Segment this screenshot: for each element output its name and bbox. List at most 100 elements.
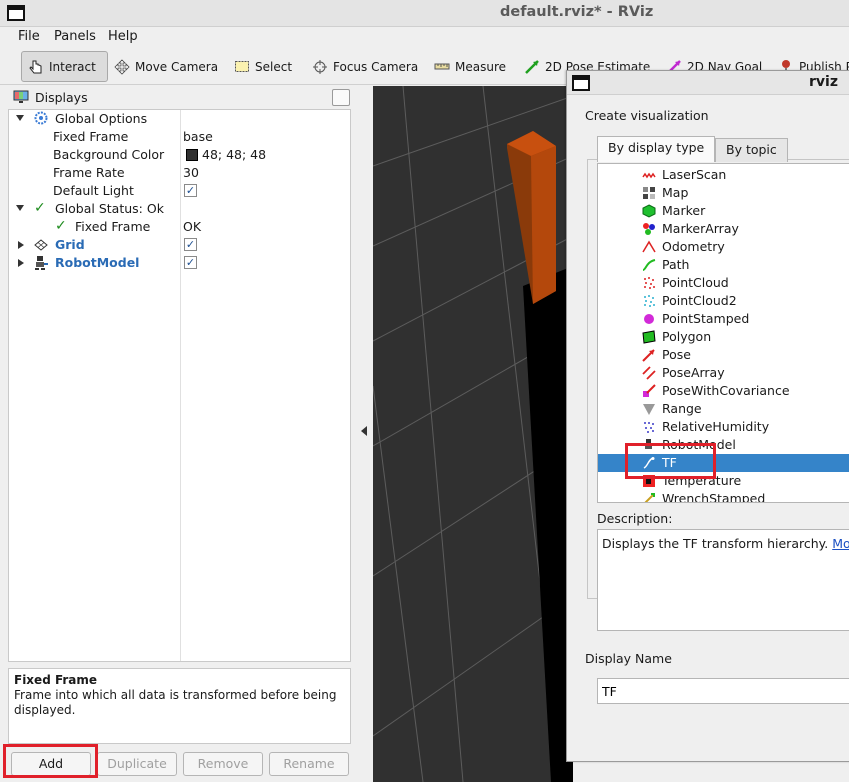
tool-move-camera[interactable]: Move Camera [108, 51, 224, 82]
pose-icon [642, 348, 656, 362]
green-arrow-icon [524, 59, 540, 75]
display-type-item-map[interactable]: Map [598, 184, 849, 202]
polygon-icon [642, 330, 656, 344]
background-color-value[interactable]: 48; 48; 48 [202, 147, 266, 162]
rename-button[interactable]: Rename [269, 752, 349, 776]
display-type-item-point-cloud2[interactable]: PointCloud2 [598, 292, 849, 310]
default-light-checkbox[interactable]: ✓ [184, 184, 197, 197]
tab-by-display-type[interactable]: By display type [597, 136, 716, 162]
display-type-label: Polygon [662, 329, 712, 344]
path-icon [642, 258, 656, 272]
display-type-item-wrench-stamped[interactable]: WrenchStamped [598, 490, 849, 503]
dialog-title: rviz [809, 74, 838, 90]
tool-focus-camera[interactable]: Focus Camera [306, 51, 424, 82]
color-swatch[interactable] [186, 149, 198, 161]
display-type-label: Path [662, 257, 690, 272]
focus-camera-icon [312, 59, 328, 75]
display-type-label: WrenchStamped [662, 491, 766, 503]
tool-interact[interactable]: Interact [21, 51, 108, 82]
ruler-icon [434, 59, 450, 75]
pose-array-icon [642, 366, 656, 380]
menu-file[interactable]: File [18, 29, 40, 44]
display-type-label: PointCloud [662, 275, 729, 290]
tree-row-robot-model[interactable]: RobotModel ✓ [9, 254, 350, 272]
tree-row-background-color[interactable]: Background Color 48; 48; 48 [9, 146, 350, 164]
tool-select[interactable]: Select [228, 51, 298, 82]
tree-row-frame-rate[interactable]: Frame Rate 30 [9, 164, 350, 182]
display-type-item-polygon[interactable]: Polygon [598, 328, 849, 346]
display-type-item-range[interactable]: Range [598, 400, 849, 418]
fixed-frame-value[interactable]: base [183, 129, 213, 144]
render-viewport[interactable] [373, 86, 573, 782]
expand-arrow-icon[interactable] [16, 115, 24, 121]
highlight-add-button [3, 744, 98, 778]
menu-help[interactable]: Help [108, 29, 138, 44]
collapse-arrow-icon[interactable] [18, 259, 24, 267]
scene-svg [373, 86, 573, 782]
display-type-item-pose-with-covariance[interactable]: PoseWithCovariance [598, 382, 849, 400]
grid-icon [34, 239, 48, 251]
gear-icon [34, 111, 48, 125]
move-camera-icon [114, 58, 130, 75]
tree-row-global-status[interactable]: ✓ Global Status: Ok [9, 200, 350, 218]
display-type-label: MarkerArray [662, 221, 739, 236]
dialog-window-icon[interactable] [572, 75, 590, 91]
marker-icon [642, 204, 656, 218]
menu-bar: File Panels Help [0, 27, 849, 49]
display-type-label: RelativeHumidity [662, 419, 770, 434]
tab-by-topic[interactable]: By topic [715, 138, 788, 162]
remove-button[interactable]: Remove [183, 752, 263, 776]
tree-row-fixed-frame[interactable]: Fixed Frame base [9, 128, 350, 146]
display-type-item-marker[interactable]: Marker [598, 202, 849, 220]
display-type-label: Odometry [662, 239, 725, 254]
robot-model-checkbox[interactable]: ✓ [184, 256, 197, 269]
dialog-heading: Create visualization [585, 108, 709, 123]
window-menu-icon[interactable] [7, 5, 25, 21]
dialog-description-box: Displays the TF transform hierarchy. Mor… [597, 529, 849, 631]
displays-title: Displays [35, 90, 88, 105]
select-box-icon [234, 59, 250, 75]
display-type-item-marker-array[interactable]: MarkerArray [598, 220, 849, 238]
displays-panel-header: Displays [8, 87, 351, 109]
display-type-item-laser-scan[interactable]: LaserScan [598, 166, 849, 184]
more-link[interactable]: More [832, 536, 849, 551]
tool-measure[interactable]: Measure [428, 51, 512, 82]
display-type-item-pose[interactable]: Pose [598, 346, 849, 364]
point-stamped-icon [642, 312, 656, 326]
tree-row-default-light[interactable]: Default Light ✓ [9, 182, 350, 200]
expand-arrow-icon[interactable] [16, 205, 24, 211]
dialog-titlebar: rviz [567, 71, 849, 95]
collapse-arrow-icon[interactable] [18, 241, 24, 249]
display-type-label: Map [662, 185, 689, 200]
monitor-icon [13, 90, 29, 104]
description-label: Description: [597, 511, 673, 526]
tree-row-status-fixed-frame[interactable]: ✓ Fixed Frame OK [9, 218, 350, 236]
map-icon [642, 186, 656, 200]
marker-array-icon [642, 222, 656, 236]
display-type-item-point-cloud[interactable]: PointCloud [598, 274, 849, 292]
laser-scan-icon [642, 168, 656, 182]
display-type-label: PoseWithCovariance [662, 383, 790, 398]
display-type-item-pose-array[interactable]: PoseArray [598, 364, 849, 382]
menu-panels[interactable]: Panels [54, 29, 96, 44]
display-name-input[interactable] [597, 678, 849, 704]
splitter-collapse-icon[interactable] [361, 426, 367, 436]
tree-row-grid[interactable]: Grid ✓ [9, 236, 350, 254]
frame-rate-value[interactable]: 30 [183, 165, 199, 180]
display-type-item-path[interactable]: Path [598, 256, 849, 274]
display-type-item-point-stamped[interactable]: PointStamped [598, 310, 849, 328]
display-type-item-relative-humidity[interactable]: RelativeHumidity [598, 418, 849, 436]
duplicate-button[interactable]: Duplicate [97, 752, 177, 776]
create-visualization-dialog: rviz Create visualization By display typ… [566, 70, 849, 762]
relative-humidity-icon [642, 420, 656, 434]
float-panel-button[interactable] [332, 89, 350, 106]
odometry-icon [642, 240, 656, 254]
point-cloud-icon [642, 276, 656, 290]
tree-row-global-options[interactable]: Global Options [9, 110, 350, 128]
display-type-item-odometry[interactable]: Odometry [598, 238, 849, 256]
point-cloud2-icon [642, 294, 656, 308]
grid-checkbox[interactable]: ✓ [184, 238, 197, 251]
display-type-label: PoseArray [662, 365, 725, 380]
property-description: Fixed Frame Frame into which all data is… [8, 668, 351, 744]
display-type-label: LaserScan [662, 167, 727, 182]
